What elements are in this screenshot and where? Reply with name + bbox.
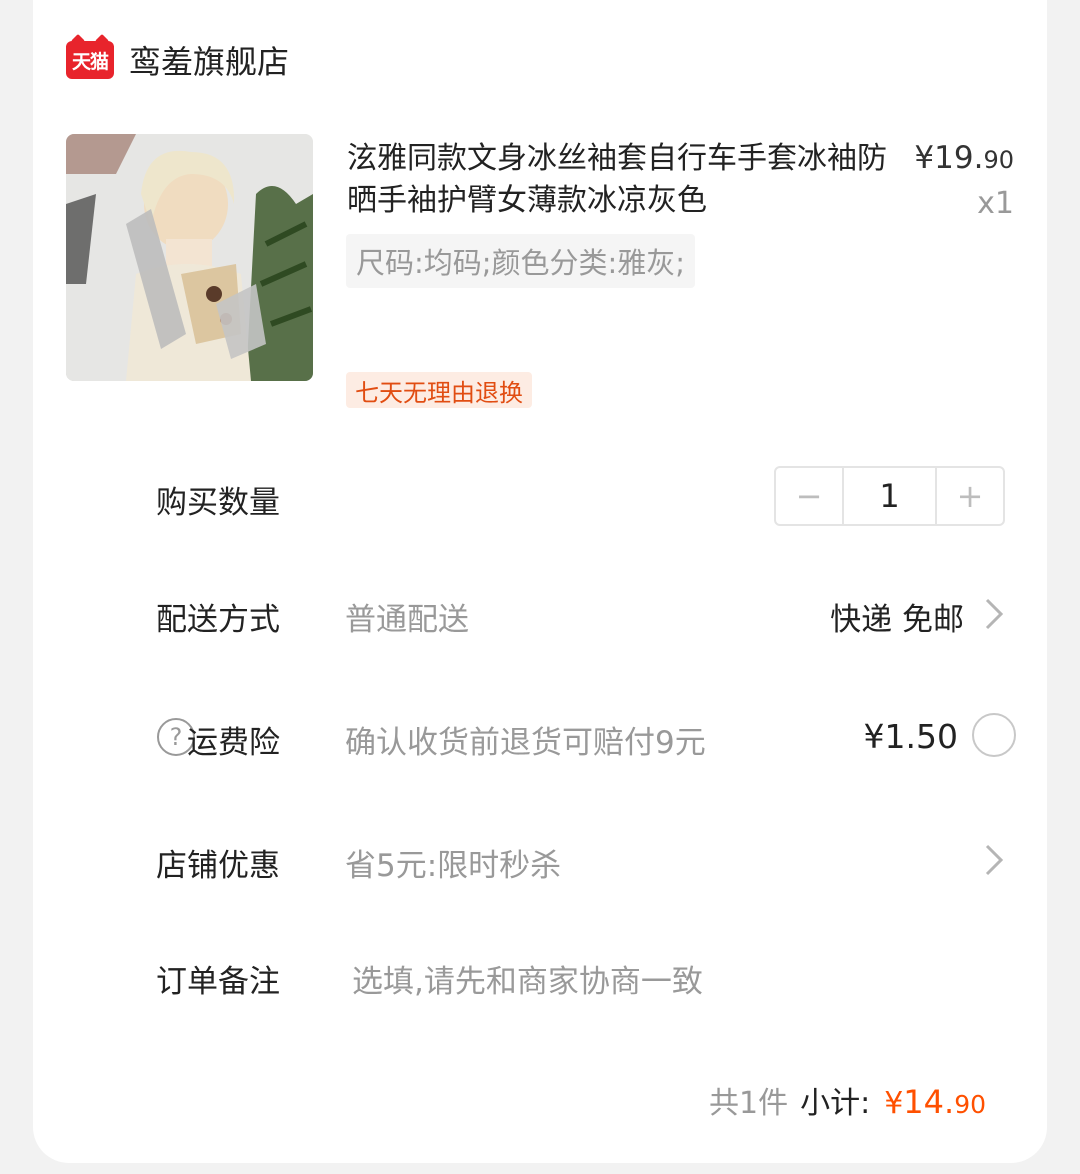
item-quantity: x1 (977, 186, 1014, 221)
quantity-label: 购买数量 (156, 485, 280, 521)
unit-price-main: ¥19. (914, 140, 984, 176)
delivery-value[interactable]: 普通配送 (345, 594, 469, 639)
insurance-label: 运费险 (187, 725, 280, 761)
subtotal-amount: 14. (903, 1083, 955, 1121)
note-label: 订单备注 (156, 964, 280, 1000)
item-count: 共1件 (709, 1086, 789, 1121)
sku-chip[interactable]: 尺码:均码;颜色分类:雅灰; (346, 234, 696, 288)
note-input[interactable]: 选填,请先和商家协商一致 (352, 956, 703, 1001)
subtotal-label: 小计: (800, 1086, 871, 1121)
store-name[interactable]: 鸾羞旗舰店 (129, 37, 289, 83)
insurance-description: 确认收货前退货可赔付9元 (345, 725, 706, 761)
unit-price: ¥19.90 (914, 140, 1014, 176)
tmall-logo-icon: 天猫 (66, 41, 114, 79)
subtotal: 共1件 小计: ¥14. 90 (709, 1078, 986, 1122)
delivery-label: 配送方式 (156, 602, 280, 638)
quantity-stepper[interactable]: − 1 + (774, 466, 1005, 526)
product-image[interactable] (66, 134, 313, 381)
delivery-option[interactable]: 快递 免邮 (830, 594, 964, 639)
insurance-price: ¥1.50 (863, 717, 958, 756)
increase-button[interactable]: + (937, 468, 1003, 524)
subtotal-cents: 90 (954, 1090, 986, 1119)
product-photo-illustration (66, 134, 313, 381)
decrease-button[interactable]: − (776, 468, 842, 524)
chevron-right-icon[interactable] (981, 842, 1007, 878)
order-card: 天猫 鸾羞旗舰店 泫雅同款文身冰丝袖套自行车手套冰袖防晒手袖护臂女薄款冰凉灰色 … (33, 0, 1047, 1163)
store-header[interactable]: 天猫 鸾羞旗舰店 (66, 38, 289, 82)
subtotal-currency: ¥ (884, 1086, 904, 1121)
quantity-value[interactable]: 1 (842, 468, 937, 524)
chevron-right-icon[interactable] (981, 596, 1007, 632)
product-title[interactable]: 泫雅同款文身冰丝袖套自行车手套冰袖防晒手袖护臂女薄款冰凉灰色 (347, 138, 887, 222)
discount-value[interactable]: 省5元:限时秒杀 (345, 840, 561, 885)
insurance-radio[interactable] (972, 713, 1016, 757)
return-policy-tag: 七天无理由退换 (346, 372, 532, 408)
unit-price-cents: 90 (983, 146, 1014, 174)
discount-label: 店铺优惠 (156, 848, 280, 884)
